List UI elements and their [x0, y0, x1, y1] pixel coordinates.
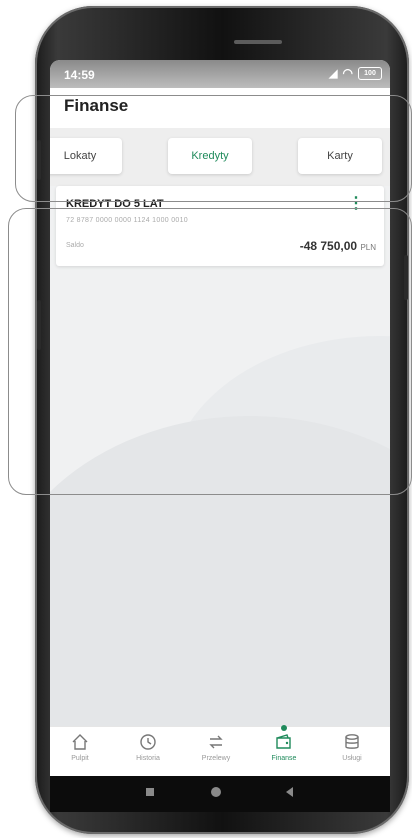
active-indicator — [281, 725, 287, 731]
status-time: 14:59 — [64, 68, 95, 82]
system-navigation-bar — [50, 776, 390, 812]
home-icon — [72, 734, 88, 750]
bottom-navigation: Pulpit Historia Przelewy Finanse Usługi — [50, 725, 390, 776]
services-icon — [345, 734, 359, 749]
recent-apps-icon[interactable] — [146, 788, 154, 796]
nav-item-historia[interactable]: Historia — [118, 733, 178, 762]
home-button-icon[interactable] — [211, 787, 221, 797]
transfer-icon — [209, 735, 223, 749]
nav-item-uslugi[interactable]: Usługi — [322, 733, 382, 762]
highlight-tabs-area — [15, 95, 412, 202]
earpiece-speaker — [234, 40, 282, 44]
nav-label: Pulpit — [71, 755, 89, 762]
nav-item-pulpit[interactable]: Pulpit — [50, 733, 110, 762]
highlight-card-area — [8, 208, 412, 495]
nav-label: Historia — [136, 755, 160, 762]
wifi-icon: ◠ — [342, 66, 353, 80]
nav-label: Usługi — [342, 755, 362, 762]
nav-label: Finanse — [271, 755, 297, 762]
nav-label: Przelewy — [201, 755, 231, 762]
nav-item-przelewy[interactable]: Przelewy — [186, 733, 246, 762]
signal-icon: ◢ — [329, 67, 338, 80]
status-icons: ◢ ◠ 100 — [329, 66, 382, 80]
status-bar: 14:59 ◢ ◠ 100 — [50, 60, 390, 88]
history-icon — [140, 734, 156, 750]
nav-item-finanse[interactable]: Finanse — [254, 725, 314, 762]
back-icon[interactable] — [286, 787, 293, 797]
finance-icon — [276, 734, 291, 749]
battery-icon: 100 — [358, 66, 382, 80]
